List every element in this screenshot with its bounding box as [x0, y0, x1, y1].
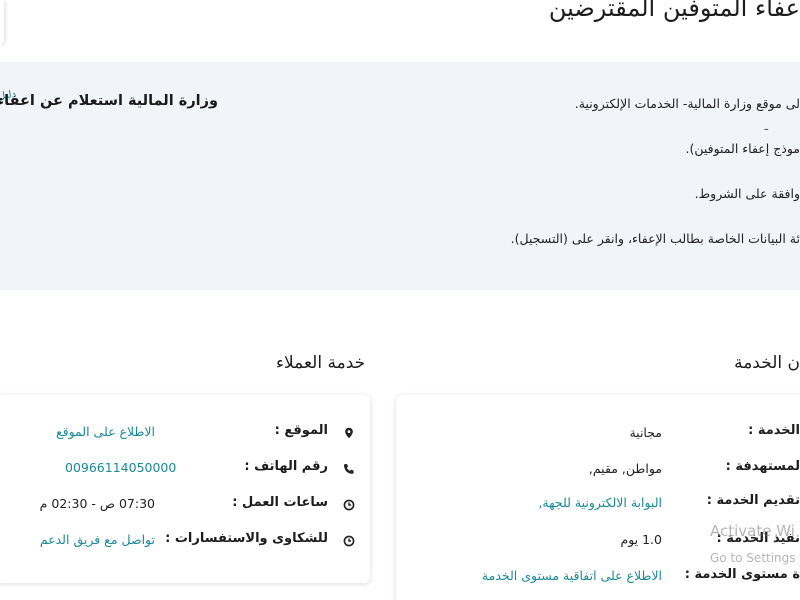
target-audience-label: لمستهدفة :	[725, 459, 800, 474]
activation-watermark-title: Activate Wi	[710, 522, 795, 540]
support-team-link[interactable]: تواصل مع فريق الدعم	[40, 532, 155, 547]
target-audience-value: مواطن, مقيم,	[588, 461, 662, 476]
phone-label: رقم الهاتف :	[244, 459, 328, 474]
service-level-link[interactable]: الاطلاع على اتفاقية مستوى الخدمة	[470, 568, 662, 583]
execution-time-value: 1.0 يوم	[620, 532, 662, 547]
related-service-link[interactable]: وزارة المالية استعلام عن اعفاء	[0, 93, 218, 109]
left-edge-card	[0, 0, 4, 44]
phone-link[interactable]: 00966114050000	[65, 460, 176, 475]
location-pin-icon	[343, 424, 355, 443]
activation-watermark-subtitle: Go to Settings t	[710, 551, 800, 565]
step-item-1: لى موقع وزارة المالية- الخدمات الإلكترون…	[574, 96, 800, 111]
service-fee-value: مجانية	[629, 425, 662, 440]
step-bullet: ـ	[764, 119, 768, 133]
working-hours-value: 07:30 ص - 02:30 م	[39, 496, 155, 511]
service-info-title: ن الخدمة	[734, 353, 800, 373]
clock-icon	[343, 496, 355, 515]
location-label: الموقع :	[274, 423, 328, 438]
location-link[interactable]: الاطلاع على الموقع	[55, 424, 155, 439]
clock-icon	[343, 532, 355, 551]
step-item-4: ئة البيانات الخاصة بطالب الإعفاء، وانقر …	[510, 231, 800, 246]
customer-service-title: خدمة العملاء	[276, 353, 366, 373]
service-level-label: ة مستوى الخدمة :	[684, 567, 800, 582]
phone-icon	[343, 460, 355, 479]
complaints-label: للشكاوى والاستفسارات :	[165, 531, 328, 546]
step-item-2: موذج إعفاء المتوفين).	[685, 141, 800, 156]
delivery-channel-label: تقديم الخدمة :	[706, 493, 800, 508]
working-hours-label: ساعات العمل :	[232, 495, 328, 510]
step-item-3: وافقة على الشروط.	[694, 186, 800, 201]
service-fee-label: الخدمة :	[748, 423, 800, 438]
page-title: عفاء المتوفين المقترضين	[548, 0, 800, 22]
delivery-channel-link[interactable]: البوابة الالكترونية للجهة,	[480, 495, 662, 510]
